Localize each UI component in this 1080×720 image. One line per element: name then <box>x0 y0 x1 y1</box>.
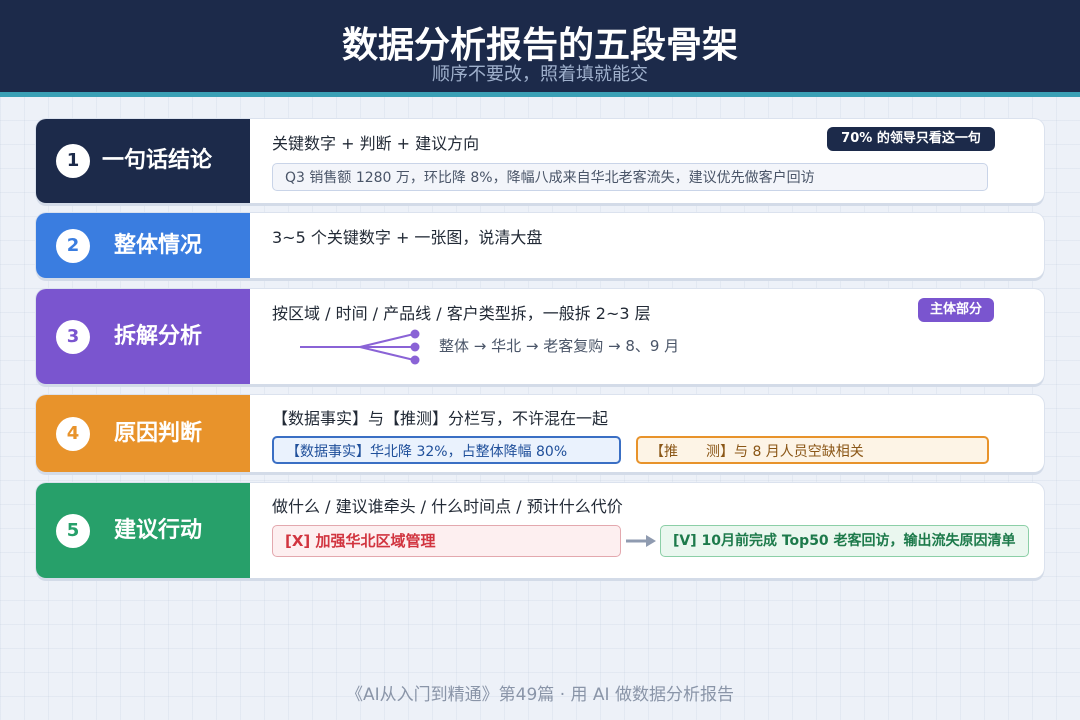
section-1-label: 一句话结论 <box>102 148 213 173</box>
page-subtitle: 顺序不要改，照着填就能交 <box>432 64 648 85</box>
section-3-label: 拆解分析 <box>114 323 203 349</box>
section-4-sidebar: 4 原因判断 <box>36 395 250 472</box>
section-1-example: Q3 销售额 1280 万，环比降 8%，降幅八成来自华北老客流失，建议优先做客… <box>272 163 988 191</box>
section-5-number: 5 <box>56 513 90 548</box>
section-3-badge: 主体部分 <box>918 298 994 322</box>
header-accent-strip <box>0 92 1080 97</box>
section-2-formula: 3~5 个关键数字 + 一张图，说清大盘 <box>272 228 543 247</box>
section-1-badge: 70% 的领导只看这一句 <box>827 127 995 151</box>
section-3-drill-path: 整体 → 华北 → 老客复购 → 8、9 月 <box>439 337 680 355</box>
section-5-formula: 做什么 / 建议谁牵头 / 什么时间点 / 预计什么代价 <box>272 497 623 516</box>
section-4-fact-box: 【数据事实】华北降 32%，占整体降幅 80% <box>272 436 621 464</box>
section-1-sidebar: 1 一句话结论 <box>36 119 250 203</box>
section-card-4: 4 原因判断 【数据事实】与【推测】分栏写，不许混在一起 【数据事实】华北降 3… <box>36 395 1044 472</box>
arrow-right-icon <box>626 535 656 547</box>
section-4-label: 原因判断 <box>114 420 203 446</box>
section-5-bad-example: [X] 加强华北区域管理 <box>272 525 621 557</box>
section-4-number: 4 <box>56 416 90 451</box>
section-4-formula: 【数据事实】与【推测】分栏写，不许混在一起 <box>272 409 609 428</box>
section-card-2: 2 整体情况 3~5 个关键数字 + 一张图，说清大盘 <box>36 213 1044 278</box>
section-2-label: 整体情况 <box>114 232 203 258</box>
section-5-label: 建议行动 <box>114 517 203 543</box>
branch-tree-icon <box>300 329 420 365</box>
section-1-formula: 关键数字 + 判断 + 建议方向 <box>272 134 480 153</box>
section-card-5: 5 建议行动 做什么 / 建议谁牵头 / 什么时间点 / 预计什么代价 [X] … <box>36 483 1044 578</box>
section-1-number: 1 <box>56 144 90 178</box>
section-3-formula: 按区域 / 时间 / 产品线 / 客户类型拆，一般拆 2~3 层 <box>272 304 651 323</box>
section-2-sidebar: 2 整体情况 <box>36 213 250 278</box>
section-2-number: 2 <box>56 228 90 263</box>
section-card-3: 3 拆解分析 按区域 / 时间 / 产品线 / 客户类型拆，一般拆 2~3 层 … <box>36 289 1044 384</box>
section-3-number: 3 <box>56 319 90 354</box>
section-4-guess-box: 【推 测】与 8 月人员空缺相关 <box>636 436 989 464</box>
page-footer: 《AI从入门到精通》第49篇 · 用 AI 做数据分析报告 <box>346 685 734 705</box>
section-card-1: 1 一句话结论 关键数字 + 判断 + 建议方向 70% 的领导只看这一句 Q3… <box>36 119 1044 203</box>
section-5-good-example: [V] 10月前完成 Top50 老客回访，输出流失原因清单 <box>660 525 1029 557</box>
section-5-sidebar: 5 建议行动 <box>36 483 250 578</box>
section-3-sidebar: 3 拆解分析 <box>36 289 250 384</box>
